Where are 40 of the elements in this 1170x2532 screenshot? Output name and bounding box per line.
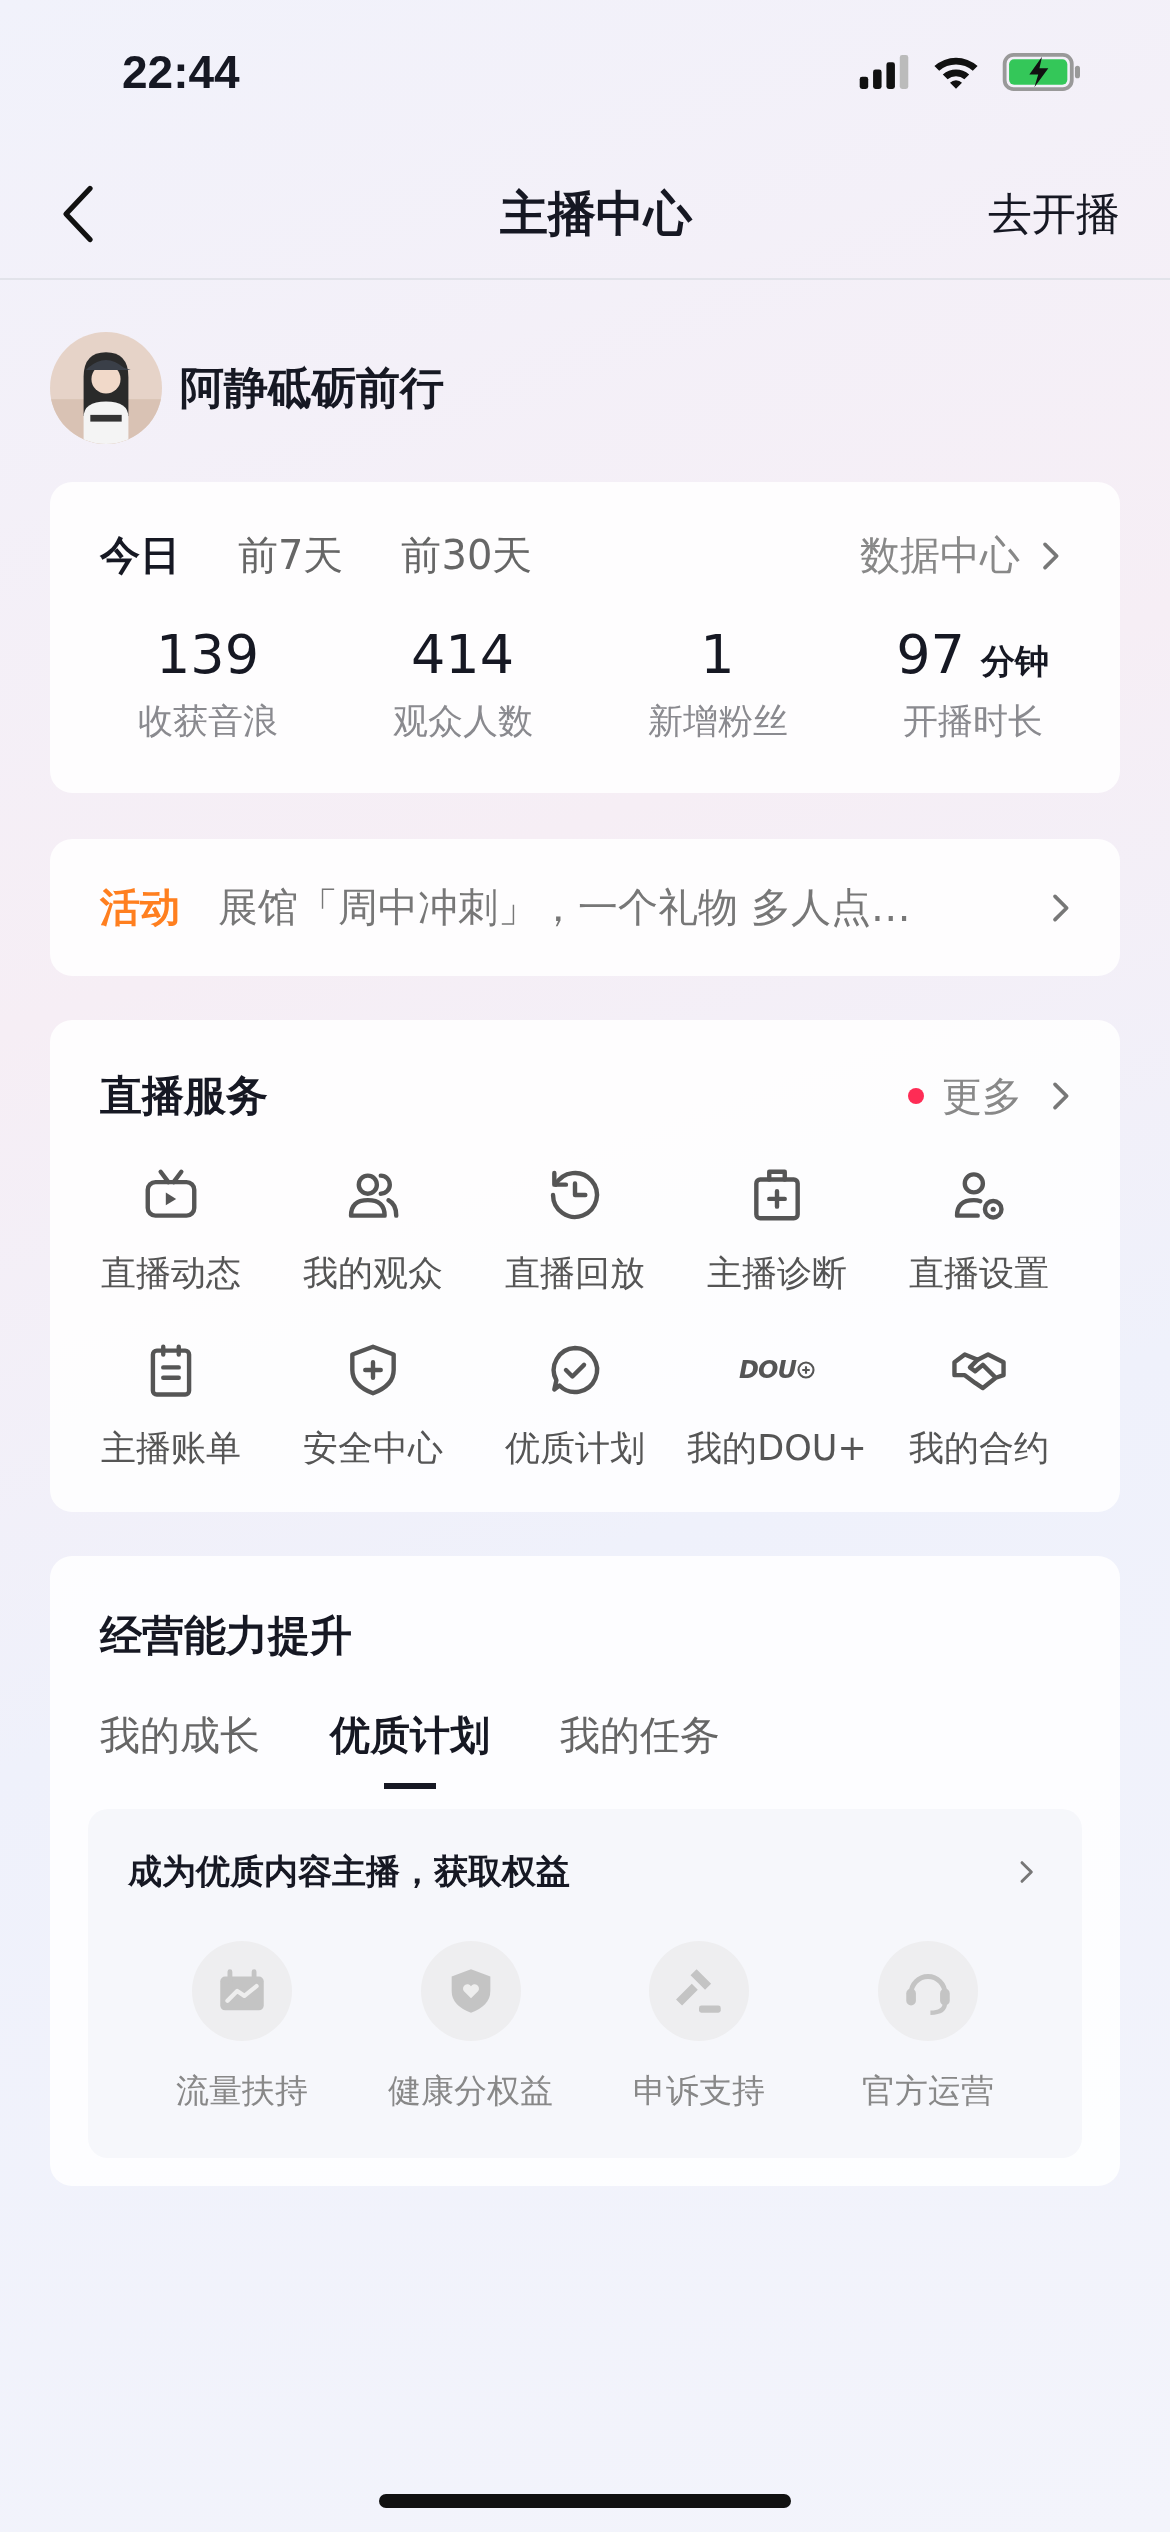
- stat-value: 414: [410, 623, 515, 686]
- section-title: 直播服务: [100, 1070, 268, 1122]
- back-icon: [60, 183, 96, 245]
- service-item[interactable]: 优质计划: [474, 1339, 676, 1472]
- activity-tag: 活动: [100, 880, 180, 935]
- page-title: 主播中心: [500, 184, 692, 243]
- plus-circle-icon: [796, 1361, 815, 1379]
- stat-label: 观众人数: [392, 700, 533, 743]
- growth-tab[interactable]: 我的成长: [100, 1708, 260, 1789]
- battery-icon: [1002, 53, 1082, 91]
- activity-banner[interactable]: 活动 展馆「周中冲刺」，一个礼物 多人点…: [50, 839, 1120, 976]
- stat-value: 139: [155, 623, 260, 686]
- section-title: 经营能力提升: [98, 1610, 353, 1662]
- service-item[interactable]: 直播设置: [878, 1164, 1080, 1297]
- service-item[interactable]: 主播账单: [70, 1339, 272, 1472]
- growth-tab[interactable]: 我的任务: [560, 1708, 720, 1789]
- service-item[interactable]: 我的观众: [272, 1164, 474, 1297]
- service-item[interactable]: 主播诊断: [676, 1164, 878, 1297]
- go-live-button[interactable]: 去开播: [988, 184, 1120, 244]
- stat-unit: 分钟: [980, 640, 1049, 683]
- period-tab[interactable]: 前7天: [238, 528, 344, 583]
- stat-label: 收获音浪: [137, 700, 278, 743]
- growth-tab[interactable]: 优质计划: [330, 1708, 490, 1789]
- logo-icon: DOU: [739, 1339, 815, 1401]
- service-item[interactable]: DOU 我的DOU+: [676, 1339, 878, 1472]
- user-name: 阿静砥砺前行: [180, 360, 444, 415]
- stat-value: 97: [896, 623, 965, 686]
- benefits-link[interactable]: 成为优质内容主播，获取权益: [128, 1849, 1042, 1895]
- service-item[interactable]: 直播动态: [70, 1164, 272, 1297]
- service-item[interactable]: 我的合约: [878, 1339, 1080, 1472]
- period-tab[interactable]: 今日: [100, 528, 180, 583]
- service-item[interactable]: 直播回放: [474, 1164, 676, 1297]
- status-time: 22:44: [122, 45, 240, 99]
- stat-label: 开播时长: [902, 700, 1043, 743]
- stat-value: 1: [700, 623, 735, 686]
- activity-text: 展馆「周中冲刺」，一个礼物 多人点…: [218, 883, 912, 932]
- period-tab[interactable]: 前30天: [401, 528, 533, 583]
- stat-label: 新增粉丝: [647, 700, 788, 743]
- service-item[interactable]: 安全中心: [272, 1339, 474, 1472]
- signal-icon: [858, 55, 910, 89]
